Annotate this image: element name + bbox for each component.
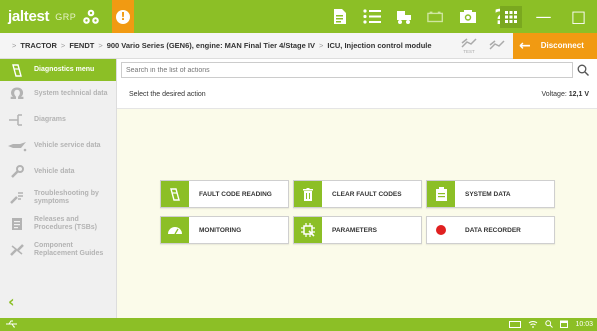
system-data-button[interactable]: SYSTEM DATA	[426, 180, 555, 208]
breadcrumb-item-brand[interactable]: FENDT	[69, 41, 94, 50]
voltage-value: 12,1 V	[568, 91, 589, 98]
voltage-label: Voltage:	[541, 91, 567, 98]
camera-icon[interactable]	[459, 8, 477, 26]
action-label: DATA RECORDER	[465, 226, 521, 234]
truck-icon[interactable]	[395, 8, 413, 26]
status-bar: 10:03	[0, 318, 597, 331]
ohm-icon: Ω	[10, 84, 24, 103]
breadcrumb-item-vehicle-type[interactable]: TRACTOR	[20, 41, 57, 50]
wifi-icon	[528, 320, 538, 330]
main-content: Select the desired action Voltage: 12,1 …	[117, 59, 597, 318]
parameters-button[interactable]: PARAMETERS	[293, 216, 422, 244]
search-input[interactable]	[121, 62, 573, 78]
breadcrumb-separator: >	[98, 41, 103, 50]
gauge-icon	[161, 217, 189, 243]
sidebar-item-vehicle-data[interactable]: Vehicle data	[0, 159, 116, 185]
battery-icon[interactable]	[427, 8, 445, 26]
procedures-icon	[6, 217, 28, 231]
breadcrumb-item-system: ICU, Injection control module	[327, 41, 432, 50]
disconnect-button[interactable]: ← Disconnect	[513, 32, 597, 59]
usb-icon	[0, 320, 18, 330]
logo-sub: GRP	[55, 11, 77, 22]
trash-icon	[294, 181, 322, 207]
sidebar-item-label: Vehicle data	[34, 168, 75, 175]
fault-code-reading-button[interactable]: FAULT CODE READING	[160, 180, 289, 208]
test-icon[interactable]: TEST	[457, 33, 481, 59]
search-row	[117, 59, 597, 81]
back-button[interactable]: ‹	[8, 292, 15, 311]
battery-status-icon	[509, 321, 522, 328]
action-label: MONITORING	[199, 226, 242, 234]
sidebar-item-releases-procedures[interactable]: Releases and Procedures (TSBs)	[0, 211, 116, 237]
actions-grid: FAULT CODE READING CLEAR FAULT CODES SYS…	[160, 180, 555, 244]
search-tray-icon	[545, 319, 554, 330]
sidebar-item-label: Component Replacement Guides	[34, 242, 104, 257]
logo-text: jaltest	[8, 8, 50, 25]
sidebar-item-vehicle-service-data[interactable]: Vehicle service data	[0, 133, 116, 159]
calendar-icon	[560, 320, 569, 330]
list-icon[interactable]	[363, 8, 381, 26]
oil-can-icon	[6, 140, 28, 152]
info-row: Select the desired action Voltage: 12,1 …	[117, 81, 597, 109]
sidebar: Diagnostics menu Ω System technical data…	[0, 59, 117, 318]
monitoring-button[interactable]: MONITORING	[160, 216, 289, 244]
top-bar: jaltest GRP ! ? — □ ✕	[0, 0, 597, 33]
disconnect-label: Disconnect	[540, 41, 584, 50]
sidebar-item-component-replacement[interactable]: Component Replacement Guides	[0, 237, 116, 263]
sidebar-item-label: System technical data	[34, 90, 108, 97]
action-label: CLEAR FAULT CODES	[332, 190, 402, 198]
toolbar-icons: ?	[331, 0, 509, 33]
record-icon	[427, 217, 455, 243]
sidebar-item-label: Diagnostics menu	[34, 66, 95, 73]
sidebar-item-troubleshooting[interactable]: Troubleshooting by symptoms	[0, 185, 116, 211]
breadcrumb-separator: >	[12, 41, 17, 50]
chip-icon	[294, 217, 322, 243]
sidebar-item-system-technical-data[interactable]: Ω System technical data	[0, 81, 116, 107]
action-label: FAULT CODE READING	[199, 190, 272, 198]
window-controls: — □ ✕	[526, 0, 597, 33]
action-label: PARAMETERS	[332, 226, 378, 234]
alert-icon: !	[116, 9, 130, 24]
replacement-icon	[6, 243, 28, 257]
diagram-icon	[6, 113, 28, 127]
troubleshooting-icon	[6, 191, 28, 205]
maximize-button[interactable]: □	[561, 0, 596, 33]
minimize-button[interactable]: —	[526, 0, 561, 33]
sidebar-item-diagnostics-menu[interactable]: Diagnostics menu	[0, 59, 116, 81]
data-recorder-button[interactable]: DATA RECORDER	[426, 216, 555, 244]
alert-button[interactable]: !	[112, 0, 134, 33]
sidebar-item-label: Releases and Procedures (TSBs)	[34, 216, 98, 231]
apps-icon[interactable]	[500, 6, 522, 28]
clock-time: 10:03	[575, 321, 593, 328]
fault-code-icon	[161, 181, 189, 207]
breadcrumb-item-model[interactable]: 900 Vario Series (GEN6), engine: MAN Fin…	[107, 41, 315, 50]
test-label: TEST	[463, 48, 475, 54]
sidebar-item-label: Diagrams	[34, 116, 66, 123]
breadcrumb-bar: > TRACTOR > FENDT > 900 Vario Series (GE…	[0, 32, 597, 59]
breadcrumb-separator: >	[60, 41, 66, 50]
voltage-readout: Voltage: 12,1 V	[541, 91, 589, 98]
document-icon[interactable]	[331, 8, 349, 26]
sidebar-item-diagrams[interactable]: Diagrams	[0, 107, 116, 133]
sidebar-item-label: Troubleshooting by symptoms	[34, 190, 99, 205]
clear-fault-codes-button[interactable]: CLEAR FAULT CODES	[293, 180, 422, 208]
connect-icon[interactable]	[485, 33, 509, 59]
instruction-text: Select the desired action	[129, 91, 206, 98]
jaltest-logo: jaltest GRP	[0, 0, 112, 33]
sidebar-item-label: Vehicle service data	[34, 142, 101, 149]
search-icon[interactable]	[573, 62, 593, 78]
clipboard-icon	[427, 181, 455, 207]
action-label: SYSTEM DATA	[465, 190, 511, 198]
breadcrumb-separator: >	[318, 41, 324, 50]
breadcrumb: > TRACTOR > FENDT > 900 Vario Series (GE…	[0, 41, 457, 50]
connection-controls: TEST ← Disconnect	[457, 32, 597, 59]
diagnostics-icon	[6, 63, 28, 77]
arrow-left-icon: ←	[519, 37, 531, 54]
gears-icon[interactable]	[82, 8, 100, 26]
system-tray: 10:03	[509, 318, 593, 331]
wrench-icon	[6, 165, 28, 179]
